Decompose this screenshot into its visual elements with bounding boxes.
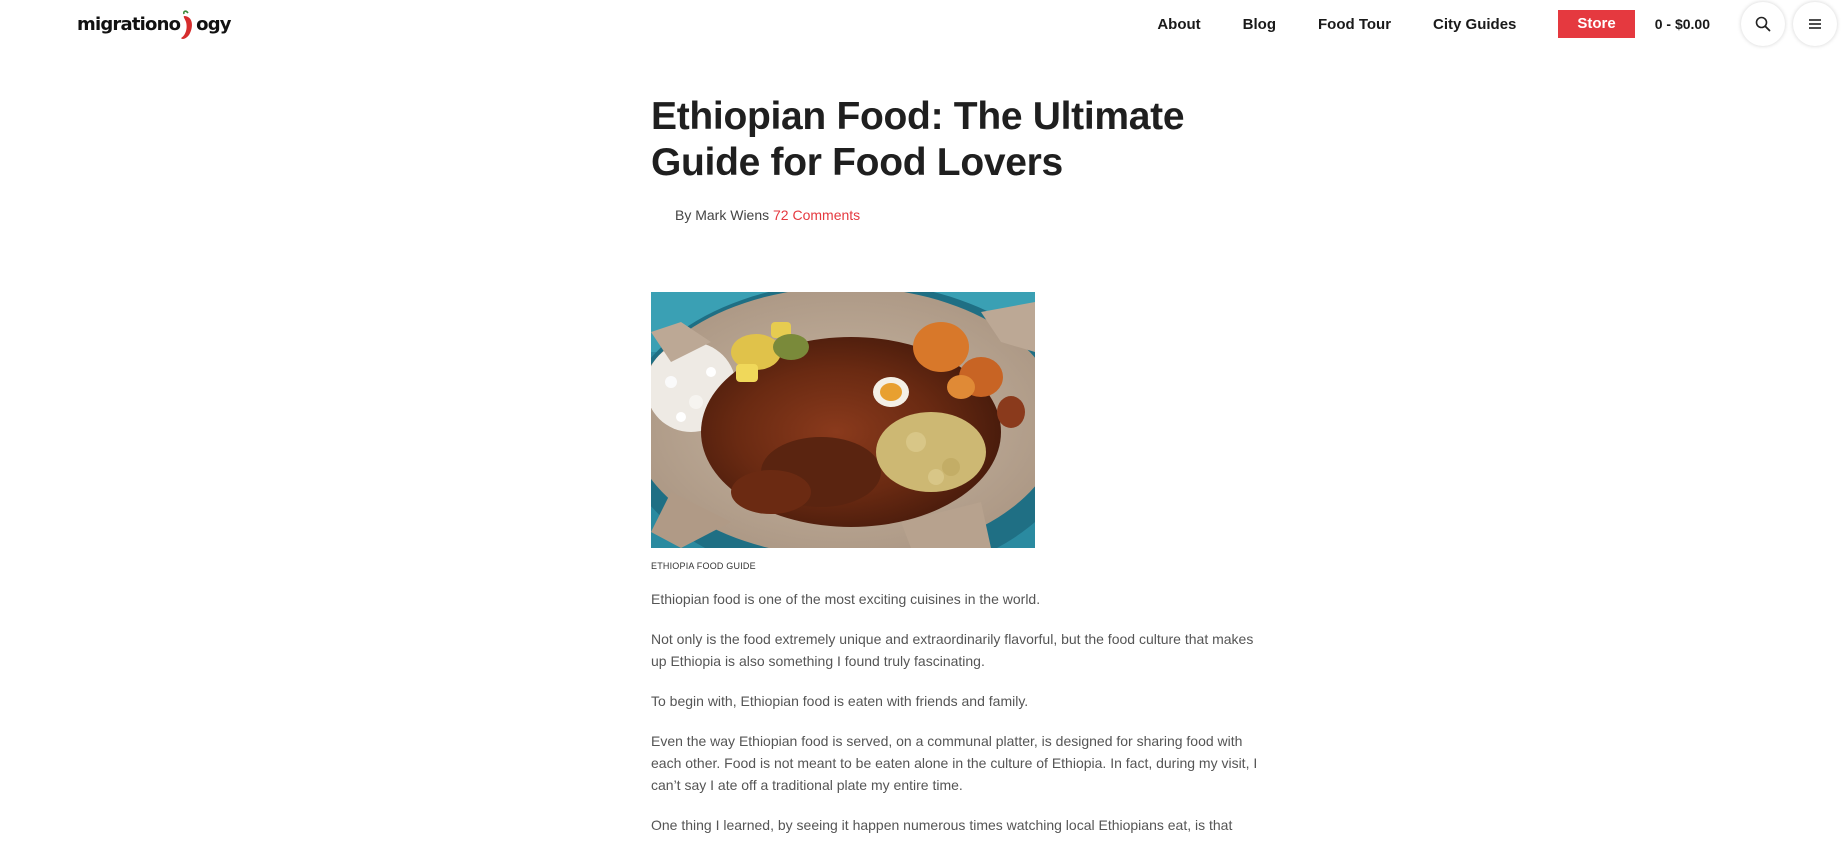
logo-text-left: migrationo (77, 13, 181, 35)
image-caption: ETHIOPIA FOOD GUIDE (651, 561, 756, 571)
site-header: migrationo ogy About Blog Food Tour City… (0, 0, 1847, 60)
paragraph: Ethiopian food is one of the most exciti… (651, 591, 1041, 607)
search-icon (1755, 16, 1771, 32)
article-body: Ethiopian food is one of the most exciti… (651, 588, 1261, 836)
paragraph: Even the way Ethiopian food is served, o… (651, 733, 1258, 793)
paragraph: Not only is the food extremely unique an… (651, 631, 1254, 669)
menu-button[interactable] (1793, 2, 1837, 46)
hamburger-icon (1809, 19, 1821, 29)
article-title: Ethiopian Food: The Ultimate Guide for F… (651, 95, 1185, 184)
store-button[interactable]: Store (1558, 10, 1635, 38)
nav-food-tour[interactable]: Food Tour (1318, 16, 1391, 33)
ethiopian-food-photo (651, 292, 1035, 548)
paragraph: One thing I learned, by seeing it happen… (651, 817, 1233, 833)
nav-about[interactable]: About (1157, 16, 1200, 33)
site-logo[interactable]: migrationo ogy (77, 4, 232, 44)
paragraph: To begin with, Ethiopian food is eaten w… (651, 693, 1029, 709)
logo-text-right: ogy (196, 13, 231, 35)
article: Ethiopian Food: The Ultimate Guide for F… (651, 94, 1261, 836)
comments-link[interactable]: 72 Comments (773, 207, 860, 223)
nav-city-guides[interactable]: City Guides (1433, 16, 1516, 33)
search-button[interactable] (1741, 2, 1785, 46)
byline-author: By Mark Wiens (675, 207, 770, 223)
cart-total[interactable]: 0 - $0.00 (1655, 16, 1710, 32)
article-byline: By Mark Wiens 72 Comments (675, 207, 1261, 223)
nav-blog[interactable]: Blog (1243, 16, 1276, 33)
chili-pepper-icon (181, 10, 193, 39)
main-navigation: About Blog Food Tour City Guides Store 0… (1157, 0, 1847, 48)
